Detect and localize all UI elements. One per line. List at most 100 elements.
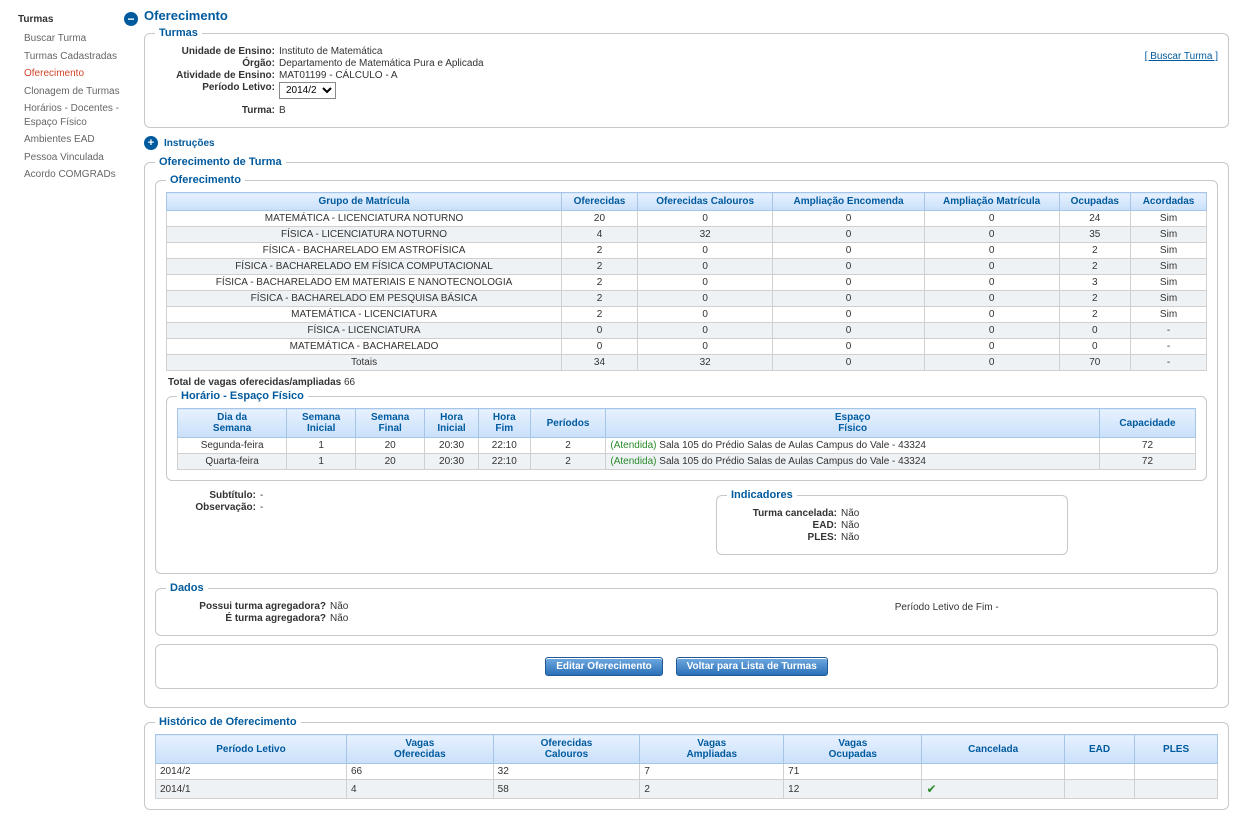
hist-cell xyxy=(1064,780,1134,799)
sidebar-item-4[interactable]: Horários - Docentes - Espaço Físico xyxy=(18,100,138,131)
hist-cell: 66 xyxy=(347,764,494,780)
ofer-row: FÍSICA - LICENCIATURA00000- xyxy=(167,323,1207,339)
ofer-cell: 0 xyxy=(773,339,924,355)
sidebar-item-7[interactable]: Acordo COMGRADs xyxy=(18,166,138,184)
hist-cell: 58 xyxy=(493,780,640,799)
ofer-cell: Sim xyxy=(1131,291,1207,307)
ofer-cell: 0 xyxy=(773,307,924,323)
ofer-cell: 0 xyxy=(924,339,1059,355)
ofer-cell: 0 xyxy=(924,323,1059,339)
ofer-cell: 0 xyxy=(1059,323,1131,339)
value-ples: Não xyxy=(841,532,859,543)
editar-oferecimento-button[interactable]: Editar Oferecimento xyxy=(545,657,663,676)
ofer-cell: 0 xyxy=(773,323,924,339)
horario-th: Dia daSemana xyxy=(178,409,287,438)
ofer-cell: 32 xyxy=(637,227,773,243)
sidebar-item-5[interactable]: Ambientes EAD xyxy=(18,131,138,149)
value-observacao: - xyxy=(260,502,263,513)
horario-th: SemanaInicial xyxy=(287,409,356,438)
sidebar-item-2[interactable]: Oferecimento xyxy=(18,65,138,83)
ofer-cell: 0 xyxy=(562,339,638,355)
value-agregadora: Não xyxy=(330,601,348,612)
plus-icon: + xyxy=(144,136,158,150)
sidebar-item-3[interactable]: Clonagem de Turmas xyxy=(18,83,138,101)
ofer-cell: FÍSICA - BACHARELADO EM PESQUISA BÁSICA xyxy=(167,291,562,307)
ofer-cell: FÍSICA - LICENCIATURA NOTURNO xyxy=(167,227,562,243)
ofer-cell: 4 xyxy=(562,227,638,243)
ofer-row: MATEMÁTICA - LICENCIATURA20002Sim xyxy=(167,307,1207,323)
ofer-cell: - xyxy=(1131,323,1207,339)
horario-cell: 72 xyxy=(1099,438,1195,454)
value-unidade: Instituto de Matemática xyxy=(279,46,382,57)
instrucoes-toggle[interactable]: + Instruções xyxy=(144,136,1229,150)
ofer-cell: 0 xyxy=(637,323,773,339)
hist-cell: 2014/2 xyxy=(156,764,347,780)
ofer-cell: 0 xyxy=(773,259,924,275)
ofer-cell: 0 xyxy=(637,291,773,307)
hist-cell: 4 xyxy=(347,780,494,799)
ofer-cell: 2 xyxy=(1059,243,1131,259)
horario-row: Segunda-feira12020:3022:102(Atendida) Sa… xyxy=(178,438,1196,454)
buscar-turma-link[interactable]: [ Buscar Turma ] xyxy=(1145,51,1218,62)
hist-cell xyxy=(1064,764,1134,780)
oferecimento-table: Grupo de MatrículaOferecidasOferecidas C… xyxy=(166,192,1207,371)
label-periodo: Período Letivo: xyxy=(155,82,279,99)
ofer-total-cell: 70 xyxy=(1059,355,1131,371)
label-ead: EAD: xyxy=(727,520,841,531)
label-atividade: Atividade de Ensino: xyxy=(155,70,279,81)
ofer-cell: FÍSICA - BACHARELADO EM ASTROFÍSICA xyxy=(167,243,562,259)
collapse-icon[interactable]: − xyxy=(124,12,138,26)
horario-cell: 2 xyxy=(530,454,606,470)
historico-table: Período LetivoVagasOferecidasOferecidasC… xyxy=(155,734,1218,799)
hist-th: VagasOferecidas xyxy=(347,735,494,764)
horario-cell: 20 xyxy=(356,438,425,454)
horario-cell: 20:30 xyxy=(425,454,479,470)
horario-th: HoraFim xyxy=(478,409,530,438)
horario-cell: Quarta-feira xyxy=(178,454,287,470)
oferecimento-turma-legend: Oferecimento de Turma xyxy=(155,156,286,168)
periodo-select[interactable]: 2014/2 xyxy=(279,82,336,99)
ofer-row: FÍSICA - LICENCIATURA NOTURNO4320035Sim xyxy=(167,227,1207,243)
ofer-cell: 0 xyxy=(1059,339,1131,355)
hist-cell: 71 xyxy=(784,764,922,780)
sidebar-item-6[interactable]: Pessoa Vinculada xyxy=(18,149,138,167)
horario-legend: Horário - Espaço Físico xyxy=(177,390,308,402)
hist-th: PLES xyxy=(1135,735,1218,764)
ofer-row: FÍSICA - BACHARELADO EM ASTROFÍSICA20002… xyxy=(167,243,1207,259)
oferecimento-legend: Oferecimento xyxy=(166,174,245,186)
value-subtitulo: - xyxy=(260,490,263,501)
horario-fieldset: Horário - Espaço Físico Dia daSemanaSema… xyxy=(166,390,1207,481)
ofer-cell: 24 xyxy=(1059,211,1131,227)
value-ead: Não xyxy=(841,520,859,531)
horario-cell: 22:10 xyxy=(478,454,530,470)
ofer-cell: 0 xyxy=(924,307,1059,323)
hist-cell: 2014/1 xyxy=(156,780,347,799)
ofer-th: Ocupadas xyxy=(1059,193,1131,211)
indicadores-legend: Indicadores xyxy=(727,489,797,501)
ofer-cell: 0 xyxy=(924,227,1059,243)
sidebar-item-0[interactable]: Buscar Turma xyxy=(18,30,138,48)
ofer-th: Oferecidas xyxy=(562,193,638,211)
historico-legend: Histórico de Oferecimento xyxy=(155,716,301,728)
instrucoes-label: Instruções xyxy=(164,138,215,149)
ofer-total-cell: 0 xyxy=(924,355,1059,371)
hist-row: 2014/26632771 xyxy=(156,764,1218,780)
horario-table: Dia daSemanaSemanaInicialSemanaFinalHora… xyxy=(177,408,1196,470)
ofer-cell: 20 xyxy=(562,211,638,227)
horario-cell: 1 xyxy=(287,438,356,454)
voltar-lista-turmas-button[interactable]: Voltar para Lista de Turmas xyxy=(676,657,828,676)
ofer-cell: 0 xyxy=(637,339,773,355)
horario-cell: (Atendida) Sala 105 do Prédio Salas de A… xyxy=(606,454,1100,470)
turmas-fieldset: Turmas [ Buscar Turma ] Unidade de Ensin… xyxy=(144,27,1229,128)
value-cancelada: Não xyxy=(841,508,859,519)
label-e-agregadora: É turma agregadora? xyxy=(166,613,330,624)
label-agregadora: Possui turma agregadora? xyxy=(166,601,330,612)
hist-th: VagasAmpliadas xyxy=(640,735,784,764)
check-icon: ✔ xyxy=(926,782,936,796)
sidebar-item-1[interactable]: Turmas Cadastradas xyxy=(18,48,138,66)
ofer-th: Ampliação Matrícula xyxy=(924,193,1059,211)
ofer-cell: 0 xyxy=(773,211,924,227)
horario-cell: 2 xyxy=(530,438,606,454)
ofer-totals-row: Totais34320070- xyxy=(167,355,1207,371)
ofer-cell: 0 xyxy=(924,211,1059,227)
